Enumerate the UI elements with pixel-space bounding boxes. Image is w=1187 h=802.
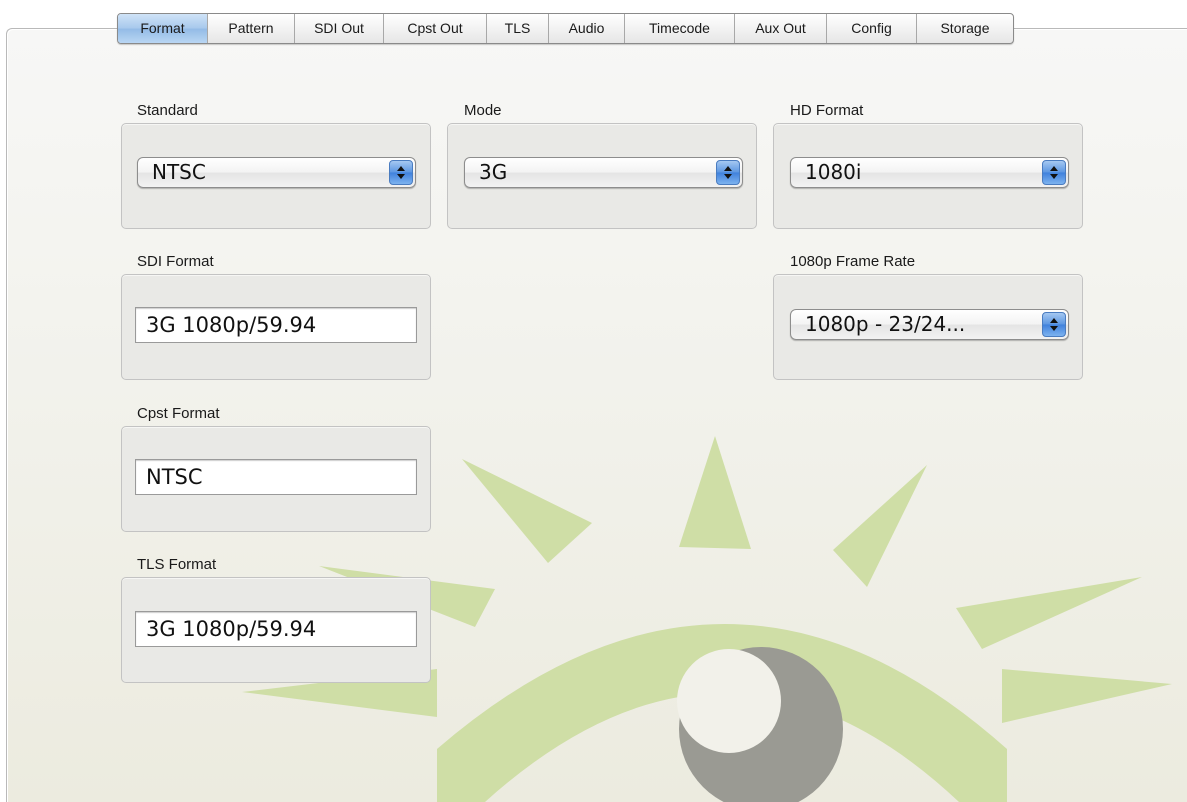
tab-sdi-out[interactable]: SDI Out — [294, 14, 383, 43]
tls-format-value: 3G 1080p/59.94 — [146, 617, 317, 641]
tab-audio[interactable]: Audio — [548, 14, 624, 43]
tab-timecode[interactable]: Timecode — [624, 14, 734, 43]
up-down-stepper-icon — [389, 160, 413, 185]
mode-popup[interactable]: 3G — [464, 157, 743, 188]
tab-bar: Format Pattern SDI Out Cpst Out TLS Audi… — [117, 13, 1014, 44]
up-down-stepper-icon — [1042, 160, 1066, 185]
tls-format-label: TLS Format — [137, 556, 217, 573]
cpst-format-label: Cpst Format — [137, 405, 220, 422]
tab-aux-out[interactable]: Aux Out — [734, 14, 826, 43]
tab-pattern[interactable]: Pattern — [207, 14, 294, 43]
hd-format-popup[interactable]: 1080i — [790, 157, 1069, 188]
cpst-format-value: NTSC — [146, 465, 203, 489]
sdi-format-field[interactable]: 3G 1080p/59.94 — [135, 307, 417, 343]
mode-label: Mode — [464, 102, 502, 119]
frame-rate-label: 1080p Frame Rate — [790, 253, 916, 270]
mode-value: 3G — [479, 160, 508, 184]
up-down-stepper-icon — [1042, 312, 1066, 337]
tab-format[interactable]: Format — [118, 14, 207, 43]
frame-rate-value: 1080p - 23/24... — [805, 312, 966, 336]
hd-format-label: HD Format — [790, 102, 864, 119]
sdi-format-label: SDI Format — [137, 253, 214, 270]
up-down-stepper-icon — [716, 160, 740, 185]
standard-label: Standard — [137, 102, 198, 119]
frame-rate-popup[interactable]: 1080p - 23/24... — [790, 309, 1069, 340]
tab-tls[interactable]: TLS — [486, 14, 548, 43]
standard-value: NTSC — [152, 160, 206, 184]
hd-format-value: 1080i — [805, 160, 862, 184]
tab-storage[interactable]: Storage — [916, 14, 1013, 43]
standard-popup[interactable]: NTSC — [137, 157, 416, 188]
tab-cpst-out[interactable]: Cpst Out — [383, 14, 486, 43]
cpst-format-field[interactable]: NTSC — [135, 459, 417, 495]
tls-format-field[interactable]: 3G 1080p/59.94 — [135, 611, 417, 647]
sdi-format-value: 3G 1080p/59.94 — [146, 313, 317, 337]
tab-config[interactable]: Config — [826, 14, 916, 43]
